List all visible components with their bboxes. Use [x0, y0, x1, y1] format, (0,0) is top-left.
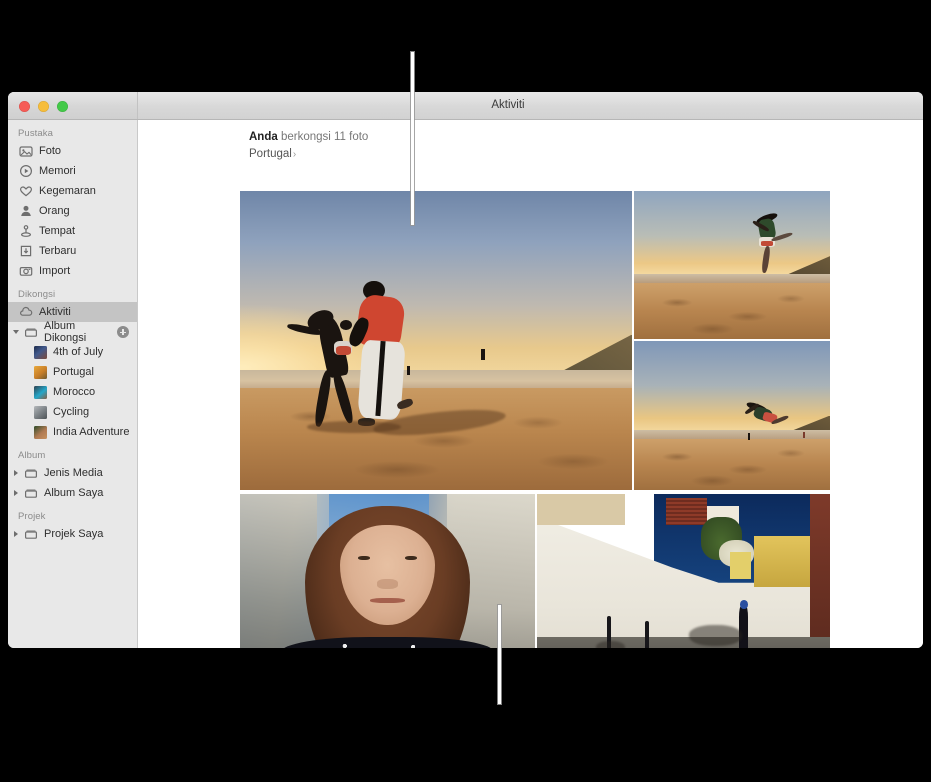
sidebar-item-label: Import	[39, 265, 70, 277]
chevron-right-icon[interactable]	[12, 469, 21, 478]
sidebar-item-label: Memori	[39, 165, 76, 177]
sidebar-item-foto[interactable]: Foto	[8, 141, 137, 161]
sidebar-item-album-dikongsi[interactable]: Album Dikongsi	[8, 322, 137, 342]
sidebar-item-import[interactable]: Import	[8, 261, 137, 281]
sidebar-item-tempat[interactable]: Tempat	[8, 221, 137, 241]
album-thumbnail-icon	[34, 406, 47, 419]
photo-image	[634, 191, 830, 339]
photo-beach-jump-sunset[interactable]	[634, 191, 830, 339]
sidebar-item-aktiviti[interactable]: Aktiviti	[8, 302, 137, 322]
activity-album-name: Portugal	[249, 148, 292, 160]
folder-icon	[23, 527, 38, 542]
photo-grid	[240, 191, 830, 648]
window-title: Aktiviti	[8, 92, 923, 119]
sidebar-item-label: Cycling	[53, 406, 89, 418]
photo-image	[240, 494, 535, 648]
sidebar-item-label: Projek Saya	[44, 528, 103, 540]
sidebar-item-india-adventure[interactable]: India Adventure	[8, 422, 137, 442]
sidebar-item-label: Portugal	[53, 366, 94, 378]
location-pin-icon	[18, 224, 33, 239]
photo-image	[634, 341, 830, 490]
photo-portrait-woman-street[interactable]	[240, 494, 535, 648]
album-thumbnail-icon	[34, 386, 47, 399]
photo-image	[240, 191, 632, 490]
activity-owner: Anda	[249, 131, 278, 143]
sidebar-item-label: India Adventure	[53, 426, 129, 438]
heart-icon	[18, 184, 33, 199]
sidebar-item-label: Terbaru	[39, 245, 76, 257]
photos-app-window: Aktiviti Pustaka Foto Memori	[8, 92, 923, 648]
activity-header: Anda berkongsi 11 foto Portugal›	[249, 129, 368, 162]
sidebar-item-label: Album Dikongsi	[44, 320, 117, 344]
sidebar-item-cycling[interactable]: Cycling	[8, 402, 137, 422]
callout-line-top	[411, 52, 414, 225]
sidebar-item-album-saya[interactable]: Album Saya	[8, 483, 137, 503]
memories-icon	[18, 164, 33, 179]
sidebar-item-label: Album Saya	[44, 487, 103, 499]
screenshot-stage: Aktiviti Pustaka Foto Memori	[0, 0, 931, 782]
sidebar-item-kegemaran[interactable]: Kegemaran	[8, 181, 137, 201]
album-thumbnail-icon	[34, 426, 47, 439]
callout-line-bottom	[498, 605, 501, 704]
sidebar-item-label: Jenis Media	[44, 467, 103, 479]
sidebar-item-label: Foto	[39, 145, 61, 157]
sidebar-item-portugal[interactable]: Portugal	[8, 362, 137, 382]
folder-icon	[23, 466, 38, 481]
photo-grid-row-2	[240, 494, 830, 648]
sidebar: Pustaka Foto Memori Kegemaran	[8, 120, 138, 648]
sidebar-item-projek-saya[interactable]: Projek Saya	[8, 524, 137, 544]
album-thumbnail-icon	[34, 346, 47, 359]
chevron-down-icon[interactable]	[12, 328, 21, 337]
photo-image	[537, 494, 830, 648]
photo-white-wall-street-lisbon[interactable]	[537, 494, 830, 648]
activity-album-link[interactable]: Portugal›	[249, 146, 368, 163]
photo-grid-row-1	[240, 191, 830, 490]
folder-icon	[23, 486, 38, 501]
photo-grid-right-column	[634, 191, 830, 490]
sidebar-group-label-dikongsi: Dikongsi	[8, 281, 137, 302]
activity-share-line: Anda berkongsi 11 foto	[249, 129, 368, 146]
sidebar-group-label-album: Album	[8, 442, 137, 463]
activity-share-text: berkongsi 11 foto	[281, 131, 368, 143]
chevron-right-icon[interactable]	[12, 530, 21, 539]
chevron-right-icon: ›	[293, 149, 296, 160]
window-titlebar: Aktiviti	[8, 92, 923, 120]
folder-icon	[23, 325, 38, 340]
sidebar-item-label: Kegemaran	[39, 185, 96, 197]
activity-content-area: Anda berkongsi 11 foto Portugal›	[139, 120, 923, 648]
sidebar-item-terbaru[interactable]: Terbaru	[8, 241, 137, 261]
chevron-right-icon[interactable]	[12, 489, 21, 498]
sidebar-item-4th-of-july[interactable]: 4th of July	[8, 342, 137, 362]
person-icon	[18, 204, 33, 219]
sidebar-item-label: Orang	[39, 205, 70, 217]
sidebar-group-label-projek: Projek	[8, 503, 137, 524]
add-shared-album-button[interactable]	[117, 326, 129, 338]
sidebar-item-label: Morocco	[53, 386, 95, 398]
sidebar-item-memori[interactable]: Memori	[8, 161, 137, 181]
photo-beach-flip-sunset[interactable]	[634, 341, 830, 490]
camera-icon	[18, 264, 33, 279]
photo-beach-capoeira-sunset[interactable]	[240, 191, 632, 490]
sidebar-group-label-pustaka: Pustaka	[8, 120, 137, 141]
recent-download-icon	[18, 244, 33, 259]
album-thumbnail-icon	[34, 366, 47, 379]
sidebar-item-label: 4th of July	[53, 346, 103, 358]
sidebar-item-label: Aktiviti	[39, 306, 71, 318]
sidebar-item-orang[interactable]: Orang	[8, 201, 137, 221]
sidebar-item-label: Tempat	[39, 225, 75, 237]
sidebar-item-jenis-media[interactable]: Jenis Media	[8, 463, 137, 483]
cloud-icon	[18, 305, 33, 320]
sidebar-item-morocco[interactable]: Morocco	[8, 382, 137, 402]
photos-icon	[18, 144, 33, 159]
